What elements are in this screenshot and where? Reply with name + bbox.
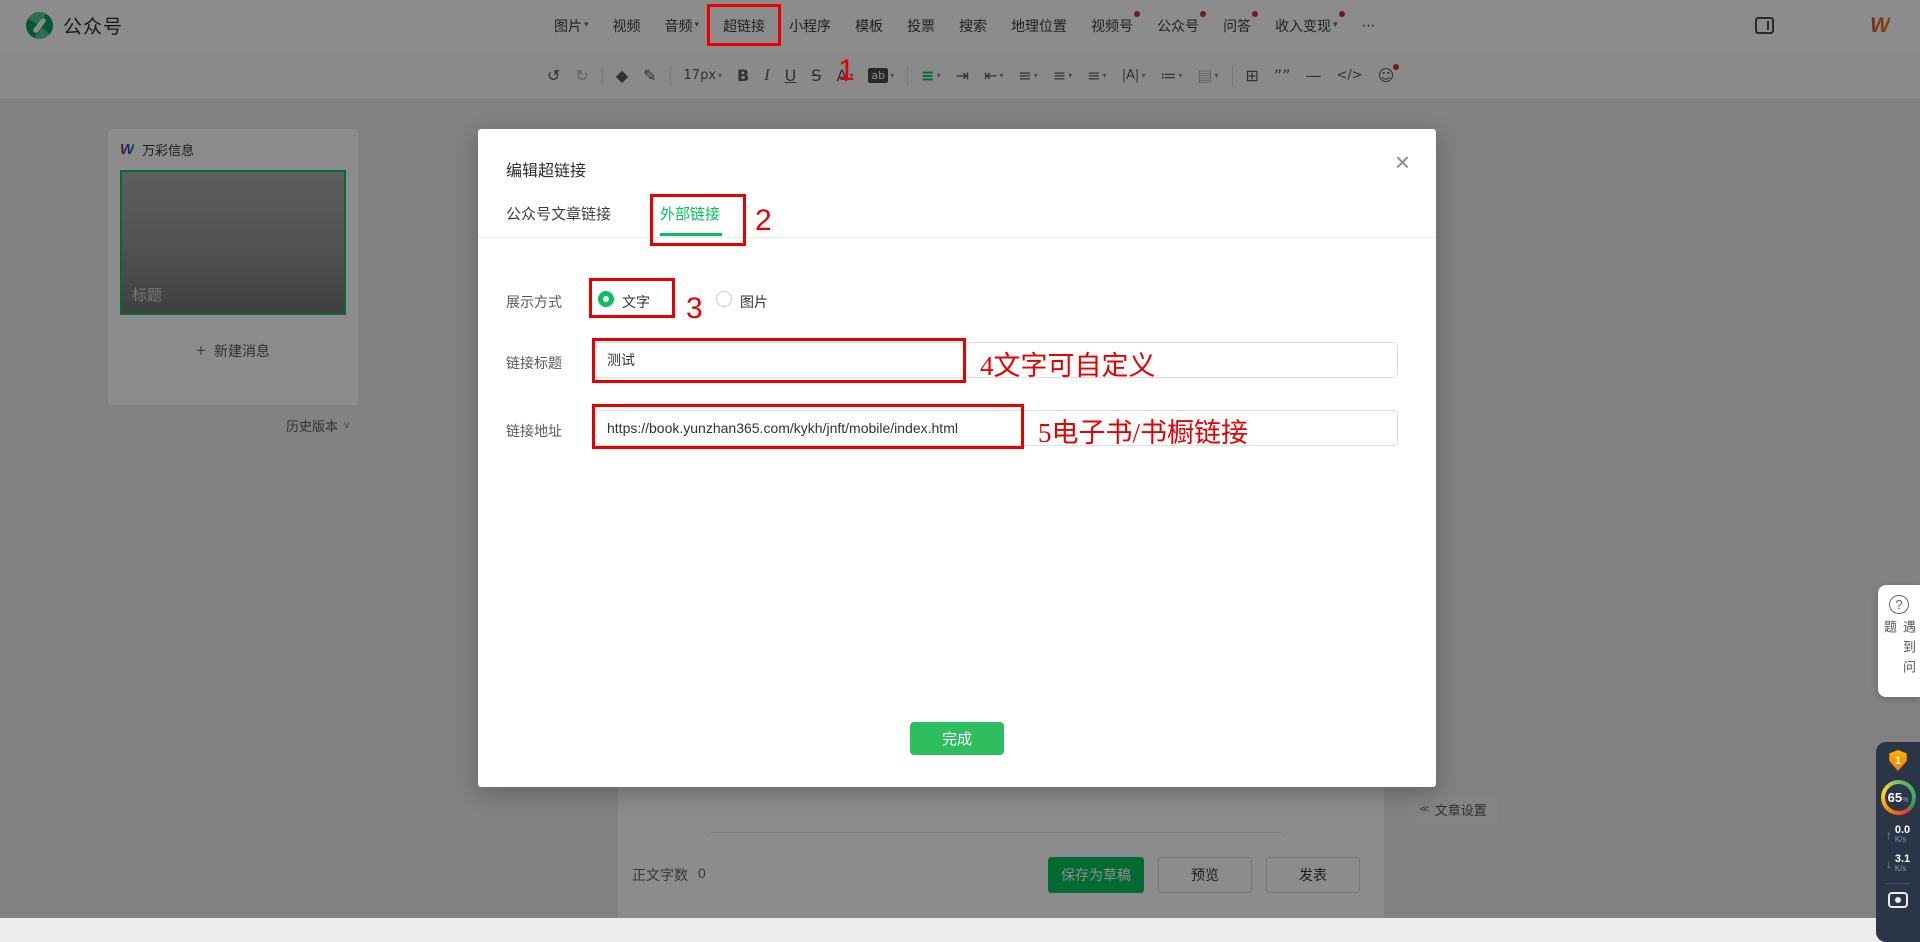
monitor-divider bbox=[1886, 883, 1910, 884]
download-speed: ↓ 3.1 K/s bbox=[1886, 854, 1910, 873]
usage-gauge: 65% bbox=[1881, 780, 1916, 815]
download-speed-unit: K/s bbox=[1895, 865, 1910, 873]
link-title-input[interactable] bbox=[594, 342, 1398, 378]
dialog-title: 编辑超链接 bbox=[506, 157, 586, 181]
help-widget-label: 遇到问题 bbox=[1880, 620, 1918, 697]
edit-hyperlink-dialog: 编辑超链接 × 公众号文章链接 外部链接 展示方式 文字 图片 链接标题 链接地… bbox=[478, 129, 1436, 787]
tabs-divider bbox=[478, 237, 1436, 238]
link-url-label: 链接地址 bbox=[506, 421, 562, 441]
arrow-down-icon: ↓ bbox=[1886, 857, 1892, 871]
system-monitor-widget[interactable]: 1 65% ↑ 0.0 K/s ↓ 3.1 K/s bbox=[1876, 742, 1920, 942]
tab-external-link[interactable]: 外部链接 bbox=[660, 203, 720, 224]
active-tab-underline bbox=[660, 233, 722, 236]
link-title-label: 链接标题 bbox=[506, 353, 562, 373]
help-widget[interactable]: ? 遇到问题 bbox=[1878, 585, 1920, 697]
screenshot-camera-icon[interactable] bbox=[1888, 892, 1908, 908]
link-url-input[interactable] bbox=[594, 410, 1398, 446]
radio-text-selected[interactable] bbox=[598, 291, 614, 307]
tab-official-article-link[interactable]: 公众号文章链接 bbox=[506, 203, 611, 224]
arrow-up-icon: ↑ bbox=[1886, 828, 1892, 842]
security-shield-icon: 1 bbox=[1889, 750, 1908, 771]
radio-image[interactable] bbox=[716, 291, 732, 307]
question-icon: ? bbox=[1889, 595, 1909, 614]
radio-image-label[interactable]: 图片 bbox=[740, 292, 768, 312]
display-mode-label: 展示方式 bbox=[506, 292, 562, 312]
usage-gauge-value: 65% bbox=[1885, 784, 1912, 811]
upload-speed: ↑ 0.0 K/s bbox=[1886, 825, 1910, 844]
close-icon[interactable]: × bbox=[1395, 149, 1410, 175]
shield-badge-count: 1 bbox=[1895, 755, 1901, 767]
annotation-step2: 2 bbox=[755, 206, 772, 236]
radio-text-label[interactable]: 文字 bbox=[622, 292, 650, 312]
upload-speed-unit: K/s bbox=[1895, 836, 1910, 844]
annotation-step3: 3 bbox=[686, 294, 703, 324]
done-button[interactable]: 完成 bbox=[910, 722, 1004, 755]
